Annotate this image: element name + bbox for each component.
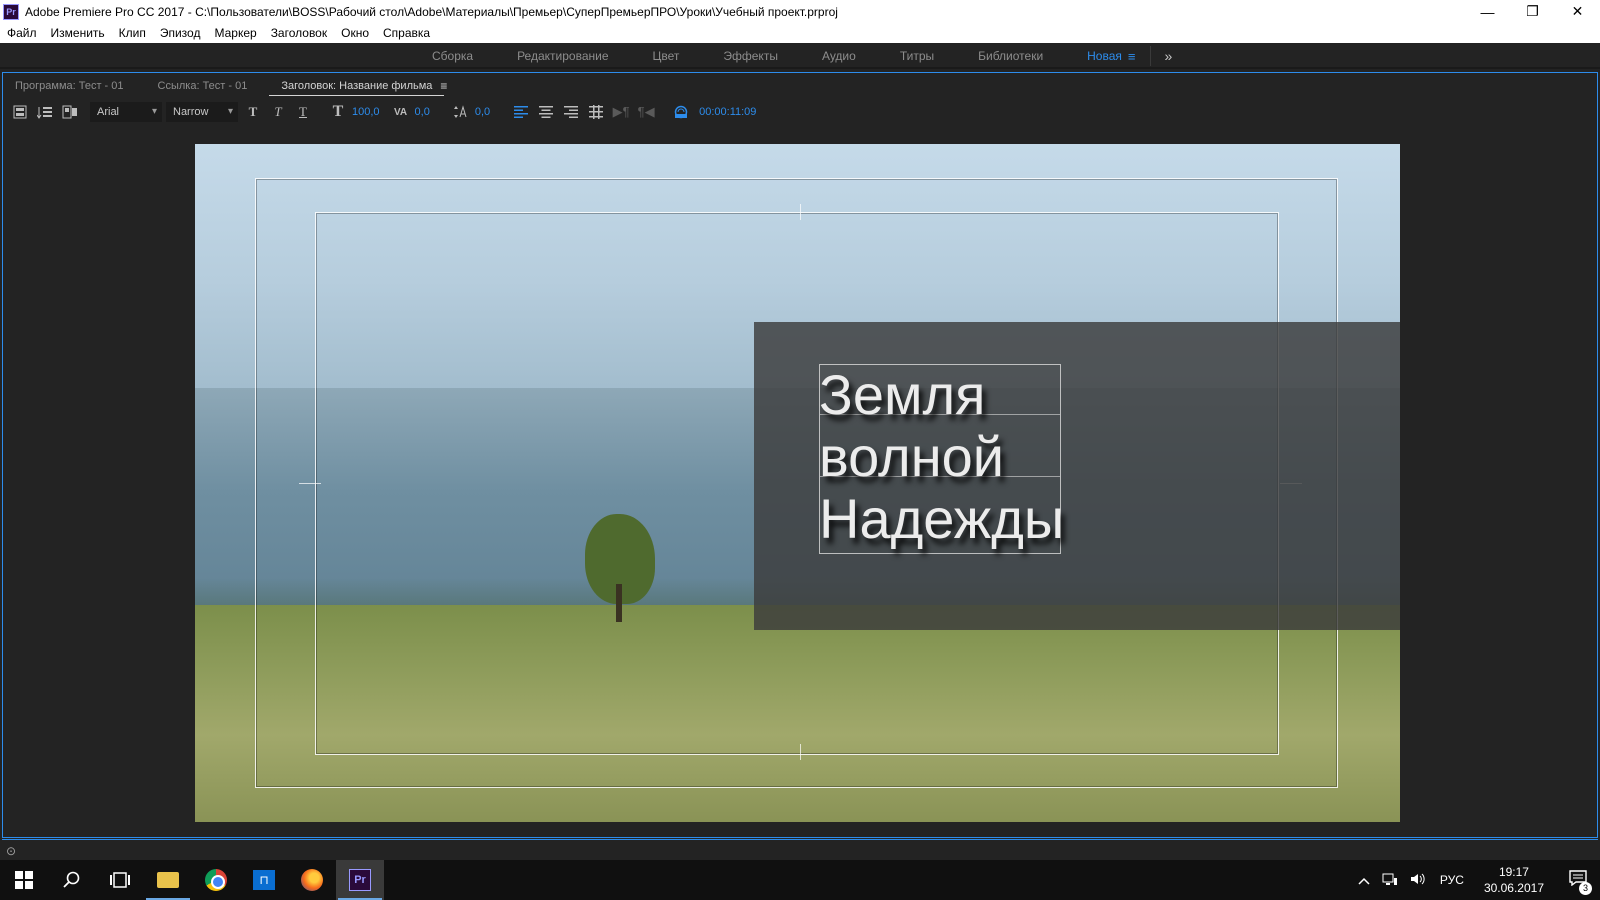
italic-icon[interactable]: T	[267, 102, 289, 122]
roll-crawl-options-icon[interactable]	[34, 102, 56, 122]
panel-options-icon[interactable]: ⊙	[6, 844, 16, 858]
font-family-value: Arial	[97, 106, 120, 118]
premiere-app-icon: Pr	[3, 3, 19, 20]
volume-icon[interactable]	[1404, 872, 1432, 889]
title-line-1: Земля	[819, 363, 986, 426]
start-button[interactable]	[0, 860, 48, 900]
title-toolbar: Arial ▾ Narrow ▾ T T T T 100,0 VA 0,0 0,…	[3, 99, 1597, 125]
panel-status-bar: ⊙	[2, 839, 1598, 861]
workspace-tab-assembly[interactable]: Сборка	[410, 49, 495, 63]
task-view-icon[interactable]	[96, 860, 144, 900]
font-style-select[interactable]: Narrow ▾	[166, 102, 238, 122]
safe-margin-tick-left	[299, 483, 321, 484]
underline-icon[interactable]: T	[292, 102, 314, 122]
firefox-icon[interactable]	[288, 860, 336, 900]
title-line-2: волной	[819, 425, 1005, 488]
panel-tab-bar: Программа: Тест - 01 Ссылка: Тест - 01 З…	[3, 73, 1597, 99]
rtl-direction-icon[interactable]: ¶◀	[635, 102, 657, 122]
system-tray: РУС 19:17 30.06.2017 3	[1352, 860, 1600, 900]
safe-margin-tick-bottom	[800, 744, 801, 760]
new-title-icon[interactable]	[9, 102, 31, 122]
kerning-icon: VA	[393, 106, 408, 118]
menu-clip[interactable]: Клип	[112, 26, 153, 40]
menu-sequence[interactable]: Эпизод	[153, 26, 208, 40]
font-family-select[interactable]: Arial ▾	[90, 102, 162, 122]
workspace-menu-icon[interactable]: ≡	[1128, 49, 1136, 64]
workspace-tab-libraries[interactable]: Библиотеки	[956, 49, 1065, 63]
premiere-taskbar-icon[interactable]: Pr	[336, 860, 384, 900]
windows-taskbar: ⊓ Pr РУС 19:17 30.06.2017 3	[0, 860, 1600, 900]
input-language-indicator[interactable]: РУС	[1432, 873, 1472, 887]
chevron-up-icon[interactable]	[1352, 873, 1376, 888]
workspace-tab-editing[interactable]: Редактирование	[495, 49, 630, 63]
workspace-tab-color[interactable]: Цвет	[631, 49, 702, 63]
tab-stops-icon[interactable]	[585, 102, 607, 122]
clock-time: 19:17	[1498, 865, 1529, 879]
window-title: Adobe Premiere Pro CC 2017 - C:\Пользова…	[25, 4, 838, 19]
tab-program-monitor[interactable]: Программа: Тест - 01	[3, 80, 136, 92]
workspace-tab-audio[interactable]: Аудио	[800, 49, 878, 63]
align-right-icon[interactable]	[560, 102, 582, 122]
safe-margin-tick-top	[800, 204, 801, 220]
menu-file[interactable]: Файл	[0, 26, 44, 40]
font-size-value[interactable]: 100,0	[352, 106, 380, 118]
font-style-value: Narrow	[173, 106, 209, 118]
menu-help[interactable]: Справка	[376, 26, 437, 40]
window-titlebar: Pr Adobe Premiere Pro CC 2017 - C:\Польз…	[0, 0, 1600, 23]
title-text-object[interactable]: Земля волной Надежды	[819, 364, 1079, 550]
title-line-3: Надежды	[819, 487, 1065, 550]
menu-bar: Файл Изменить Клип Эпизод Маркер Заголов…	[0, 23, 1600, 43]
workspace-bar: Сборка Редактирование Цвет Эффекты Аудио…	[0, 43, 1600, 69]
store-icon[interactable]: ⊓	[240, 860, 288, 900]
templates-icon[interactable]	[59, 102, 81, 122]
title-canvas[interactable]: Земля волной Надежды	[195, 144, 1400, 822]
notification-count-badge: 3	[1579, 881, 1592, 895]
menu-marker[interactable]: Маркер	[207, 26, 263, 40]
workspace-tab-titles[interactable]: Титры	[878, 49, 956, 63]
search-icon[interactable]	[48, 860, 96, 900]
chevron-down-icon: ▾	[227, 106, 233, 117]
network-icon[interactable]	[1376, 872, 1404, 889]
leading-value[interactable]: 0,0	[475, 106, 490, 118]
chevron-down-icon: ▾	[151, 106, 157, 117]
menu-title[interactable]: Заголовок	[264, 26, 334, 40]
close-button[interactable]: ✕	[1555, 0, 1600, 23]
background-timecode[interactable]: 00:00:11:09	[699, 106, 756, 118]
clock-date: 30.06.2017	[1483, 881, 1544, 895]
menu-edit[interactable]: Изменить	[44, 26, 112, 40]
tab-reference-monitor[interactable]: Ссылка: Тест - 01	[146, 80, 260, 92]
align-center-icon[interactable]	[535, 102, 557, 122]
menu-window[interactable]: Окно	[334, 26, 376, 40]
window-controls: — ❐ ✕	[1465, 0, 1600, 23]
leading-icon	[450, 102, 472, 122]
bold-icon[interactable]: T	[242, 102, 264, 122]
minimize-button[interactable]: —	[1465, 0, 1510, 23]
restore-button[interactable]: ❐	[1510, 0, 1555, 23]
kerning-value[interactable]: 0,0	[415, 106, 430, 118]
align-left-icon[interactable]	[510, 102, 532, 122]
system-clock[interactable]: 19:17 30.06.2017	[1472, 864, 1556, 896]
font-size-icon: T	[332, 103, 344, 120]
action-center-icon[interactable]: 3	[1556, 869, 1600, 895]
chrome-icon[interactable]	[192, 860, 240, 900]
tab-title-designer[interactable]: Заголовок: Название фильма	[269, 80, 445, 96]
show-background-video-icon[interactable]	[670, 102, 692, 122]
workspace-tab-effects[interactable]: Эффекты	[701, 49, 800, 63]
file-explorer-icon[interactable]	[144, 860, 192, 900]
panel-menu-icon[interactable]: ≡	[440, 79, 447, 93]
workspace-overflow-icon[interactable]: »	[1151, 48, 1187, 64]
ltr-direction-icon[interactable]: ▶¶	[610, 102, 632, 122]
